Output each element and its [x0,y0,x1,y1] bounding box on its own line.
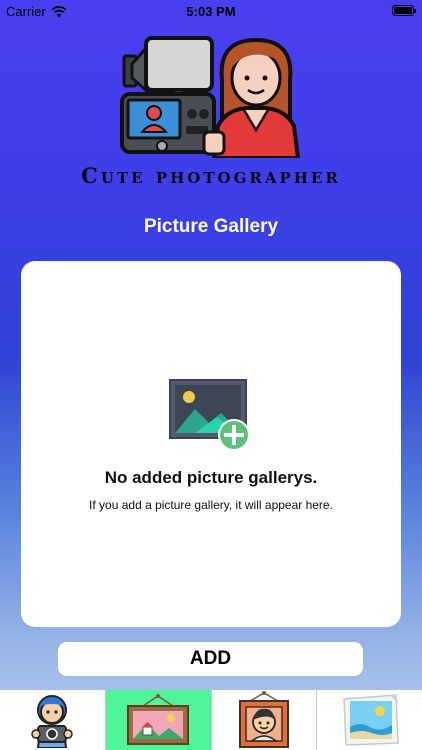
portrait-picture-icon [238,691,289,748]
tab-seaside-photo[interactable] [316,690,422,750]
gallery-list-card: No added picture gallerys. If you add a … [21,261,401,627]
battery-icon [392,5,416,16]
add-button[interactable]: ADD [58,642,363,676]
tab-bar [0,690,422,750]
seaside-photo-icon [342,694,399,746]
landscape-picture-icon [127,694,190,745]
add-image-icon [169,379,250,451]
tab-portrait-picture[interactable] [210,690,317,750]
page-title: Picture Gallery [143,216,279,237]
empty-state-description: If you add a picture gallery, it will ap… [89,498,333,512]
photographer-icon [31,695,74,748]
clock: 5:03 PM [186,4,236,19]
tab-photographer[interactable] [0,690,105,750]
photographer-logo-icon [120,36,301,158]
status-bar: Carrier 5:03 PM [0,0,422,22]
tab-landscape-picture[interactable] [104,690,211,750]
empty-state-title: No added picture gallerys. [104,468,318,487]
logo-text: Cute photographer [81,163,341,188]
